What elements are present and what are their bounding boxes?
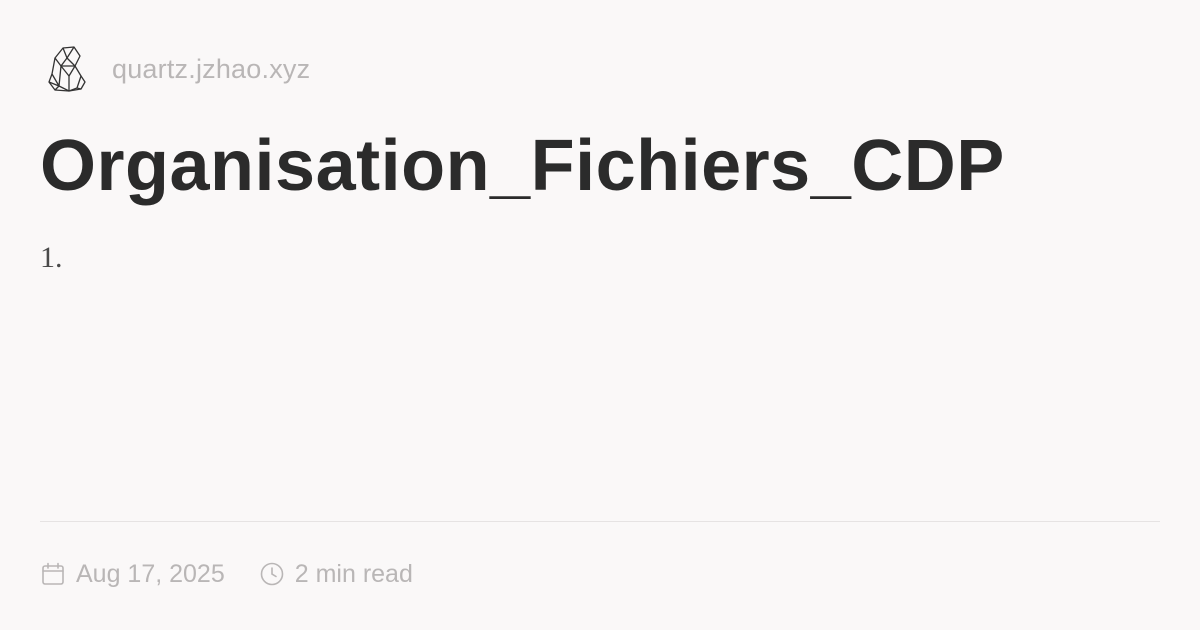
crystal-icon bbox=[44, 42, 90, 96]
date-meta: Aug 17, 2025 bbox=[40, 560, 225, 589]
reading-time-meta: 2 min read bbox=[259, 560, 413, 589]
date-text: Aug 17, 2025 bbox=[76, 559, 225, 588]
page-meta: Aug 17, 2025 2 min read bbox=[40, 556, 413, 592]
site-header: quartz.jzhao.xyz bbox=[44, 42, 310, 96]
body-text: 1. bbox=[40, 241, 63, 274]
clock-icon bbox=[259, 561, 285, 587]
divider bbox=[40, 521, 1160, 522]
site-name[interactable]: quartz.jzhao.xyz bbox=[112, 54, 310, 85]
calendar-icon bbox=[40, 561, 66, 587]
page-title: Organisation_Fichiers_CDP bbox=[40, 126, 1005, 206]
reading-time-text: 2 min read bbox=[294, 559, 413, 588]
